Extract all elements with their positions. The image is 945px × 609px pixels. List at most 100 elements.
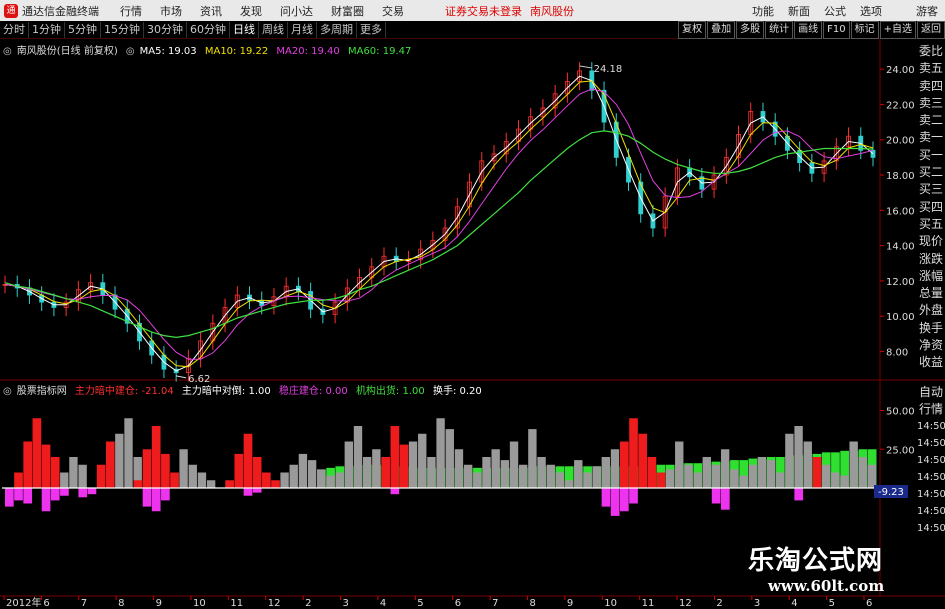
- sidebar-item[interactable]: 卖二: [917, 112, 945, 129]
- x-tick-label: 6: [43, 598, 49, 609]
- gray-bar: [564, 480, 574, 488]
- candle-body: [259, 299, 265, 307]
- candle-body: [39, 294, 45, 303]
- green-bar: [803, 453, 813, 488]
- menu-options[interactable]: 选项: [853, 3, 889, 19]
- menu-formula[interactable]: 公式: [817, 3, 853, 19]
- x-tick-label: 11: [230, 598, 243, 609]
- sidebar2-item[interactable]: 行情: [917, 401, 945, 418]
- sidebar-item[interactable]: 买一: [917, 147, 945, 164]
- menu-quotes[interactable]: 行情: [111, 3, 151, 19]
- indicator-settings-icon[interactable]: ◎: [3, 386, 12, 397]
- settings-icon[interactable]: ◎: [3, 46, 12, 57]
- sidebar-item[interactable]: 换手: [917, 320, 945, 337]
- tab-multi-period[interactable]: 多周期: [317, 21, 357, 38]
- green-bar: [748, 458, 758, 488]
- menu-wealth[interactable]: 财富圈: [322, 3, 373, 19]
- magenta-bar: [14, 488, 23, 501]
- back-button[interactable]: 返回: [917, 21, 945, 39]
- gray-bar: [684, 464, 693, 488]
- tab-1min[interactable]: 1分钟: [29, 21, 65, 38]
- green-bar: [528, 466, 537, 488]
- green-bar: [381, 466, 391, 488]
- ma20-label: MA20: 19.40: [276, 46, 340, 57]
- menu-new-screen[interactable]: 新面: [781, 3, 817, 19]
- kline-chart[interactable]: 8.00 10.00 12.00 14.00 16.00 18.00 20.00 22.00 2…: [0, 0, 945, 609]
- sidebar-item[interactable]: 现价: [917, 233, 945, 250]
- green-bar: [629, 466, 638, 488]
- sidebar-item[interactable]: 委比: [917, 43, 945, 60]
- watermark: 乐淘公式网 www.60lt.com: [748, 540, 884, 595]
- magenta-bar: [5, 488, 14, 507]
- sidebar-item[interactable]: 净资: [917, 337, 945, 354]
- menu-market[interactable]: 市场: [151, 3, 191, 19]
- watermark-title: 乐淘公式网: [748, 546, 884, 576]
- green-bar: [702, 461, 712, 488]
- f10-button[interactable]: F10: [823, 21, 850, 39]
- red-bar: [381, 457, 391, 488]
- mark-button[interactable]: 标记: [850, 21, 879, 39]
- sidebar2-time: 14:50: [917, 438, 945, 449]
- indicator-name: 股票指标网: [16, 386, 67, 397]
- gray-bar: [757, 457, 767, 488]
- tab-weekly[interactable]: 周线: [259, 21, 288, 38]
- candle-body: [418, 248, 424, 261]
- candle-body: [516, 128, 521, 142]
- sidebar-item[interactable]: 买三: [917, 181, 945, 198]
- sidebar-item[interactable]: 卖三: [917, 95, 945, 112]
- green-bar: [519, 467, 528, 488]
- sidebar-item[interactable]: 卖四: [917, 78, 945, 95]
- y-tick-label: 20.00: [886, 136, 915, 147]
- overlay-button[interactable]: 叠加: [707, 21, 736, 39]
- draw-button[interactable]: 画线: [794, 21, 823, 39]
- stats-button[interactable]: 统计: [765, 21, 794, 39]
- candle-body: [674, 167, 680, 197]
- menu-news[interactable]: 资讯: [191, 3, 231, 19]
- candle-body: [846, 135, 851, 148]
- sidebar-item[interactable]: 卖五: [917, 60, 945, 77]
- login-status[interactable]: 证券交易未登录: [441, 3, 526, 19]
- tab-more[interactable]: 更多: [357, 21, 386, 38]
- candle-body: [711, 174, 717, 190]
- tab-5min[interactable]: 5分钟: [65, 21, 101, 38]
- gray-bar: [206, 480, 216, 488]
- tab-30min[interactable]: 30分钟: [144, 21, 187, 38]
- legend-gear-icon[interactable]: ◎: [126, 46, 135, 57]
- sidebar-item[interactable]: 外盘: [917, 302, 945, 319]
- candle-body: [308, 291, 314, 310]
- magenta-bar: [629, 488, 638, 504]
- sidebar-item[interactable]: 涨幅: [917, 268, 945, 285]
- menu-trade[interactable]: 交易: [373, 3, 413, 19]
- sidebar-item[interactable]: 买五: [917, 216, 945, 233]
- green-bar: [491, 467, 501, 488]
- menu-function[interactable]: 功能: [745, 3, 781, 19]
- sidebar-item[interactable]: 总量: [917, 285, 945, 302]
- red-bar: [50, 457, 60, 488]
- tab-daily[interactable]: 日线: [230, 21, 259, 38]
- green-bar: [362, 464, 372, 488]
- gray-bar: [372, 449, 381, 488]
- sidebar-item[interactable]: 涨跌: [917, 251, 945, 268]
- tab-15min[interactable]: 15分钟: [101, 21, 144, 38]
- x-tick-label: 9: [156, 598, 162, 609]
- candle-body: [552, 93, 558, 109]
- menu-discover[interactable]: 发现: [231, 3, 271, 19]
- add-watchlist-button[interactable]: +自选: [879, 21, 916, 39]
- candle-body: [833, 146, 839, 162]
- tab-60min[interactable]: 60分钟: [187, 21, 230, 38]
- multi-stock-button[interactable]: 多股: [736, 21, 765, 39]
- sidebar-item[interactable]: 买二: [917, 164, 945, 181]
- menu-ask[interactable]: 问小达: [271, 3, 322, 19]
- gray-bar: [675, 441, 684, 488]
- sidebar-item[interactable]: 收益: [917, 354, 945, 371]
- magenta-bar: [50, 488, 60, 501]
- tab-monthly[interactable]: 月线: [288, 21, 317, 38]
- magenta-bar: [601, 488, 611, 507]
- sidebar2-item[interactable]: 自动: [917, 384, 945, 401]
- adjust-button[interactable]: 复权: [678, 21, 707, 39]
- user-guest[interactable]: 游客: [909, 3, 945, 19]
- tab-timeshare[interactable]: 分时: [0, 21, 29, 38]
- sidebar-item[interactable]: 卖一: [917, 129, 945, 146]
- sidebar-item[interactable]: 买四: [917, 199, 945, 216]
- gray-bar: [197, 472, 207, 488]
